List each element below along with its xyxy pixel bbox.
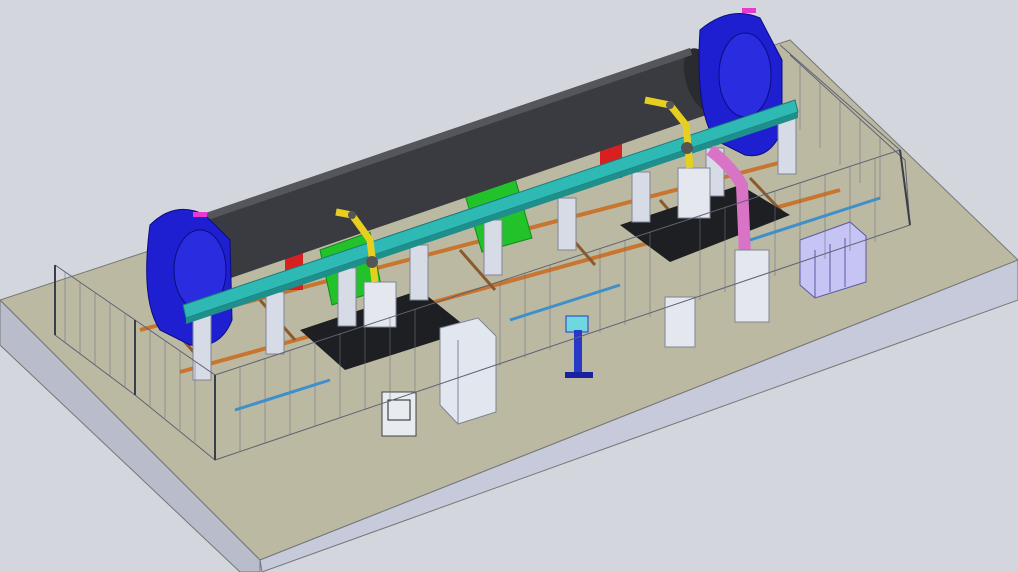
rotator-left — [146, 208, 233, 347]
fume-extractor-cabinet — [734, 249, 770, 323]
electrical-cabinet — [439, 317, 497, 425]
cad-welding-cell-view — [0, 0, 1018, 572]
side-cabinet — [664, 296, 696, 348]
welding-power-source — [381, 391, 417, 437]
welding-cell-drawing — [0, 8, 1018, 572]
